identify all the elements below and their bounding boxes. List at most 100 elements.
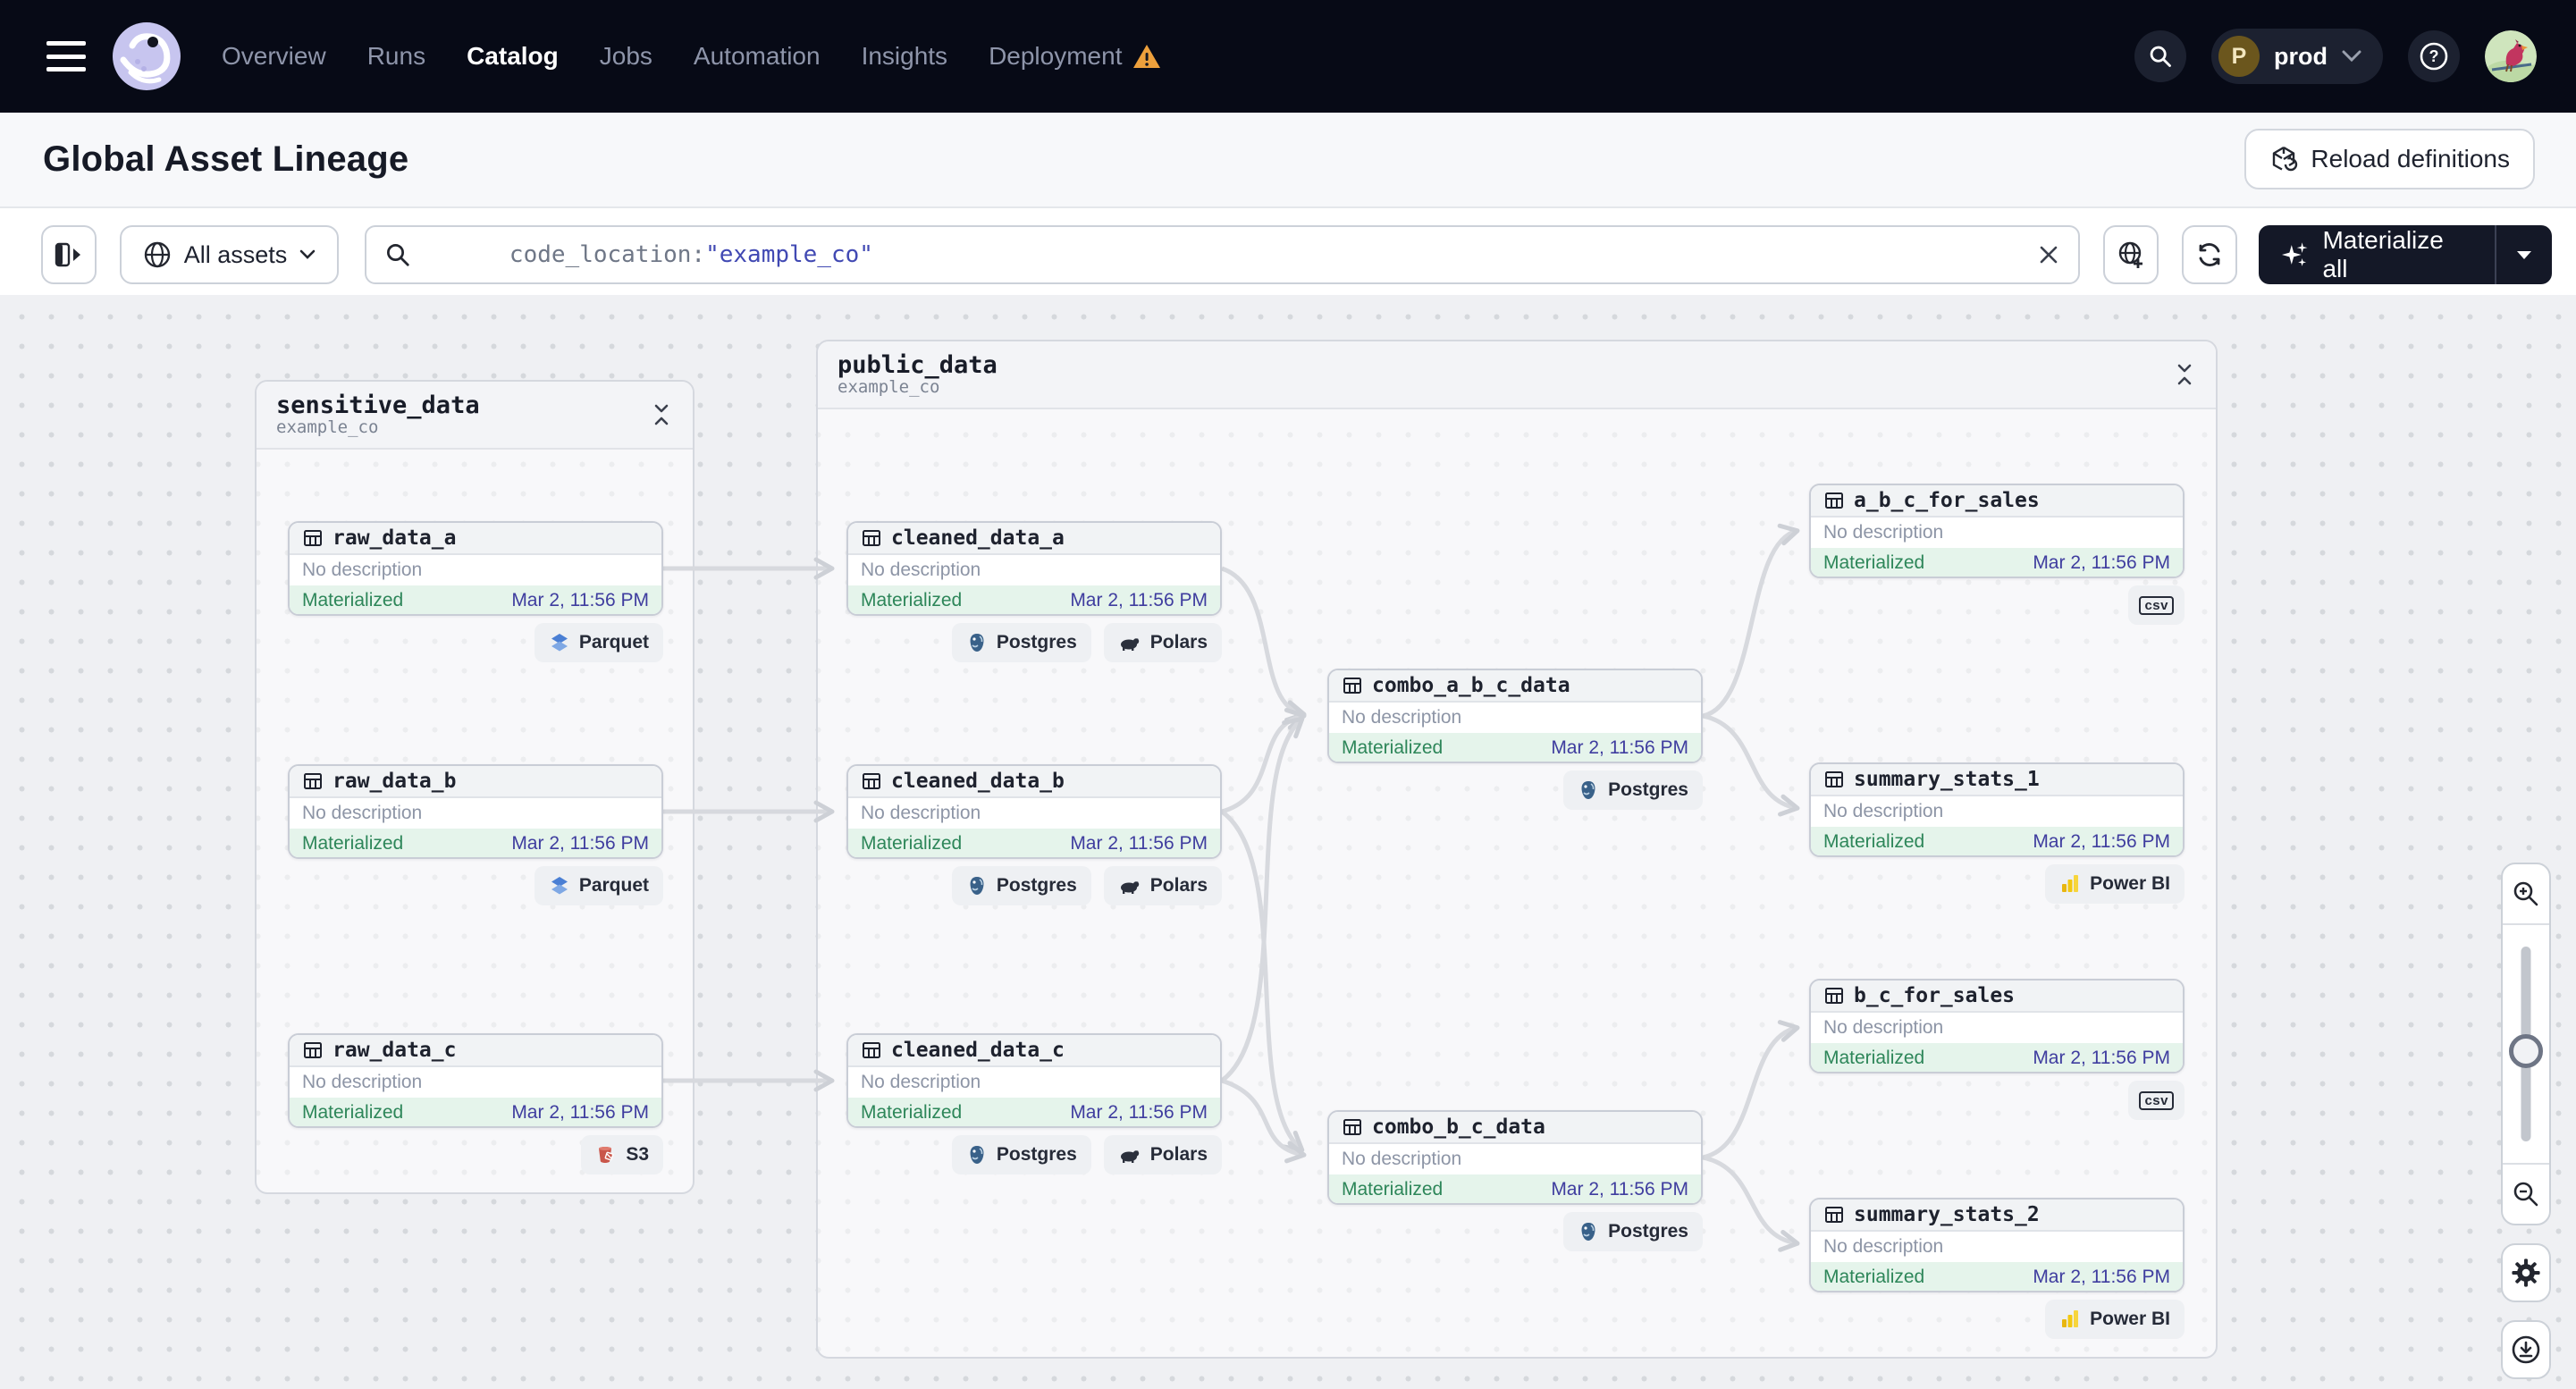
asset-tags: Postgres [1327, 770, 1703, 810]
nav-jobs[interactable]: Jobs [600, 42, 652, 71]
asset-description: No description [861, 803, 981, 823]
tag-powerbi[interactable]: Power BI [2045, 864, 2185, 904]
zoom-slider[interactable] [2503, 923, 2549, 1165]
asset-timestamp: Mar 2, 11:56 PM [1551, 1179, 1688, 1200]
tag-postgres[interactable]: Postgres [1563, 1212, 1703, 1251]
tag-polars[interactable]: Polars [1103, 866, 1222, 905]
asset-status: Materialized [302, 590, 404, 610]
asset-scope-dropdown[interactable]: All assets [120, 225, 339, 284]
asset-node-cleaned-data-a[interactable]: cleaned_data_a No description Materializ… [846, 521, 1222, 616]
asset-tags: S3 [288, 1135, 663, 1174]
materialize-options-caret[interactable] [2496, 225, 2552, 284]
nav-insights[interactable]: Insights [862, 42, 948, 71]
asset-status: Materialized [1342, 1179, 1444, 1200]
asset-tags: csv [1809, 585, 2185, 625]
fetch-external-assets-button[interactable] [2103, 225, 2159, 284]
postgres-icon [1581, 1223, 1595, 1241]
tag-polars[interactable]: Polars [1103, 623, 1222, 662]
asset-timestamp: Mar 2, 11:56 PM [1551, 737, 1688, 758]
nav-runs[interactable]: Runs [367, 42, 425, 71]
panel-expand-icon [55, 242, 80, 267]
tag-parquet[interactable]: Parquet [534, 623, 663, 662]
deployment-switcher[interactable]: P prod [2211, 29, 2383, 84]
tag-csv[interactable]: csv [2128, 585, 2185, 625]
deployment-name: prod [2274, 42, 2328, 70]
refresh-button[interactable] [2182, 225, 2237, 284]
asset-description: No description [861, 1072, 981, 1092]
toggle-sidebar-button[interactable] [41, 225, 97, 284]
asset-status: Materialized [1823, 1048, 1925, 1068]
clear-search-icon[interactable] [2037, 243, 2060, 266]
asset-node-combo-a-b-c-data[interactable]: combo_a_b_c_data No description Material… [1327, 669, 1703, 763]
lineage-graph-canvas[interactable]: sensitive_data example_co public_data ex… [0, 295, 2576, 1389]
chevron-down-icon [2342, 50, 2361, 63]
group-header[interactable]: public_data example_co [818, 341, 2216, 409]
table-icon [304, 530, 322, 546]
asset-timestamp: Mar 2, 11:56 PM [2033, 552, 2170, 573]
parquet-icon [551, 634, 568, 652]
zoom-slider-handle[interactable] [2509, 1034, 2543, 1068]
tag-parquet[interactable]: Parquet [534, 866, 663, 905]
asset-timestamp: Mar 2, 11:56 PM [511, 833, 649, 854]
tag-postgres[interactable]: Postgres [951, 1135, 1091, 1174]
asset-node-b-c-for-sales[interactable]: b_c_for_sales No description Materialize… [1809, 979, 2185, 1073]
tag-csv[interactable]: csv [2128, 1081, 2185, 1120]
asset-node-raw-data-b[interactable]: raw_data_b No description Materialized Ma… [288, 764, 663, 859]
asset-node-raw-data-a[interactable]: raw_data_a No description Materialized Ma… [288, 521, 663, 616]
collapse-group-icon[interactable] [2173, 363, 2196, 386]
table-icon [1343, 678, 1361, 694]
asset-node-raw-data-c[interactable]: raw_data_c No description Materialized Ma… [288, 1033, 663, 1128]
asset-search-input[interactable]: code_location:"example_co" [365, 225, 2080, 284]
reload-definitions-button[interactable]: Reload definitions [2244, 129, 2535, 189]
nav-automation[interactable]: Automation [694, 42, 821, 71]
avatar-bird-image [2485, 30, 2537, 82]
tag-label: Polars [1149, 632, 1208, 652]
menu-icon[interactable] [46, 41, 86, 72]
asset-node-summary-stats-2[interactable]: summary_stats_2 No description Materiali… [1809, 1198, 2185, 1292]
nav-catalog[interactable]: Catalog [467, 42, 559, 71]
nav-overview[interactable]: Overview [222, 42, 326, 71]
user-avatar[interactable] [2485, 30, 2537, 82]
help-icon: ? [2420, 42, 2448, 71]
tag-polars[interactable]: Polars [1103, 1135, 1222, 1174]
asset-timestamp: Mar 2, 11:56 PM [511, 590, 649, 610]
asset-tags: Power BI [1809, 864, 2185, 904]
tag-postgres[interactable]: Postgres [1563, 770, 1703, 810]
dagster-logo[interactable] [111, 21, 182, 92]
graph-settings-button[interactable] [2501, 1243, 2551, 1302]
table-icon [1825, 1207, 1843, 1223]
postgres-icon [1581, 781, 1595, 799]
materialize-all-button[interactable]: Materialize all [2259, 226, 2495, 283]
zoom-out-button[interactable] [2503, 1165, 2549, 1224]
tag-label: Power BI [2090, 1309, 2170, 1329]
nav-deployment[interactable]: Deployment [989, 42, 1161, 71]
asset-status: Materialized [302, 833, 404, 854]
tag-label: Postgres [996, 632, 1077, 652]
polars-icon [1120, 638, 1139, 651]
csv-icon: csv [2139, 595, 2174, 615]
global-search-button[interactable] [2134, 30, 2186, 82]
table-icon [304, 1042, 322, 1058]
tag-postgres[interactable]: Postgres [951, 866, 1091, 905]
download-image-button[interactable] [2501, 1320, 2551, 1379]
tag-postgres[interactable]: Postgres [951, 623, 1091, 662]
nav-deployment-label: Deployment [989, 42, 1123, 70]
asset-node-summary-stats-1[interactable]: summary_stats_1 No description Materiali… [1809, 762, 2185, 857]
asset-description: No description [1823, 522, 1944, 543]
asset-node-cleaned-data-b[interactable]: cleaned_data_b No description Materializ… [846, 764, 1222, 859]
asset-node-cleaned-data-c[interactable]: cleaned_data_c No description Materializ… [846, 1033, 1222, 1128]
tag-powerbi[interactable]: Power BI [2045, 1300, 2185, 1339]
table-icon [863, 530, 880, 546]
tag-label: Parquet [578, 632, 649, 652]
asset-node-combo-b-c-data[interactable]: combo_b_c_data No description Materializ… [1327, 1110, 1703, 1205]
asset-node-a-b-c-for-sales[interactable]: a_b_c_for_sales No description Materiali… [1809, 484, 2185, 578]
group-header[interactable]: sensitive_data example_co [257, 382, 693, 450]
asset-status: Materialized [1823, 1267, 1925, 1287]
asset-timestamp: Mar 2, 11:56 PM [1070, 1102, 1208, 1123]
postgres-icon [970, 634, 984, 652]
tag-s3[interactable]: S3 [581, 1135, 663, 1174]
collapse-group-icon[interactable] [650, 403, 673, 426]
help-button[interactable]: ? [2408, 30, 2460, 82]
sparkles-icon [2281, 242, 2308, 266]
zoom-in-button[interactable] [2503, 864, 2549, 923]
